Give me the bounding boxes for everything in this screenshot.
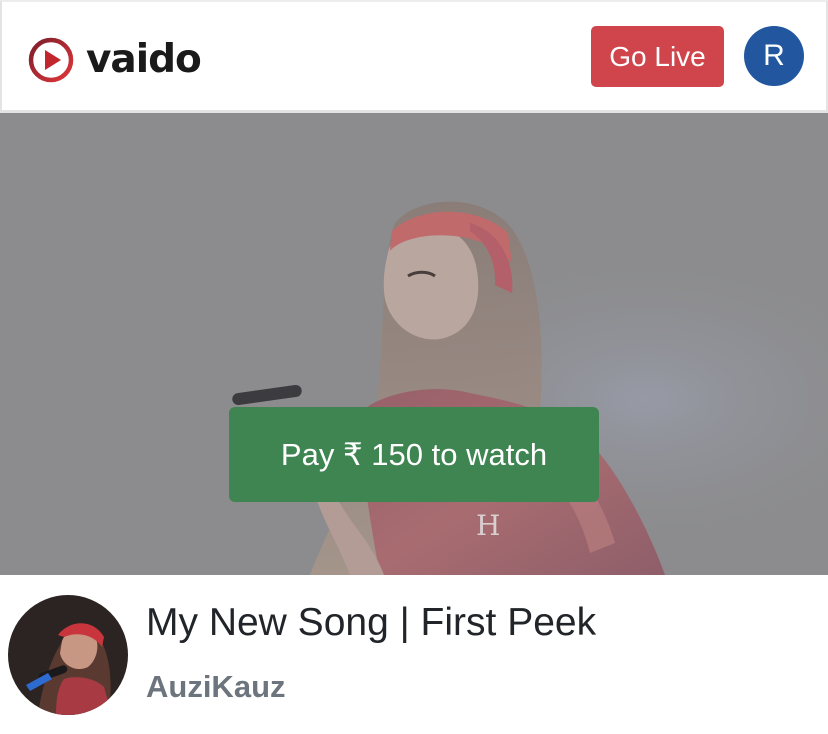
pay-to-watch-button[interactable]: Pay ₹ 150 to watch <box>229 407 599 502</box>
channel-avatar[interactable] <box>8 595 128 715</box>
video-title[interactable]: My New Song | First Peek <box>146 599 596 647</box>
channel-name[interactable]: AuziKauz <box>146 667 286 707</box>
user-avatar[interactable]: R <box>744 26 804 86</box>
video-player[interactable]: H Pay ₹ 150 to watch <box>0 113 828 575</box>
video-info: My New Song | First Peek AuziKauz <box>0 575 828 734</box>
play-circle-icon <box>28 37 74 83</box>
channel-avatar-image <box>8 595 128 715</box>
brand-logo[interactable]: vaido <box>28 35 202 85</box>
go-live-button[interactable]: Go Live <box>591 26 724 87</box>
brand-name: vaido <box>86 37 202 82</box>
shirt-letter: H <box>476 509 500 542</box>
video-thumbnail: H <box>0 113 828 575</box>
top-navbar: vaido Go Live R <box>0 0 828 113</box>
